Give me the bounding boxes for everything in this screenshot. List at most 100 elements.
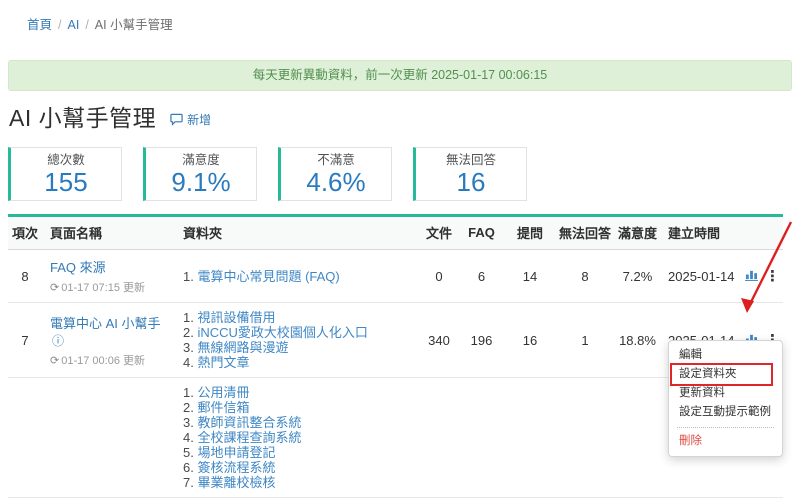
table-row-partial: 1. 公用清冊 2. 郵件信箱 3. 教師資訊整合系統 4. 全校課程查詢系統 … <box>8 378 783 498</box>
folder-link[interactable]: 全校課程查詢系統 <box>197 430 301 445</box>
folder-link[interactable]: 電算中心常見問題 (FAQ) <box>197 269 339 284</box>
stat-value: 16 <box>457 168 486 196</box>
docs-cell: 340 <box>420 303 458 378</box>
refresh-icon[interactable]: ⟳ <box>50 355 59 367</box>
page-name-cell: 電算中心 AI 小幫手ⓘ ⟳01-17 00:06 更新 <box>42 303 175 378</box>
add-button[interactable]: 新增 <box>170 111 211 128</box>
menu-divider <box>677 427 774 428</box>
satisfaction-cell: 18.8% <box>615 303 660 378</box>
folder-item: 3. 教師資訊整合系統 <box>183 415 416 430</box>
menu-item-edit[interactable]: 編輯 <box>669 346 782 365</box>
menu-item-set-folders[interactable]: 設定資料夾 <box>669 365 782 384</box>
folder-link[interactable]: iNCCU愛政大校園個人化入口 <box>197 325 367 340</box>
stat-card-satisfaction: 滿意度 9.1% <box>143 147 257 201</box>
stat-label: 不滿意 <box>317 153 355 168</box>
page-name-cell: FAQ 來源 ⟳01-17 07:15 更新 <box>42 250 175 303</box>
updated-text: 01-17 00:06 更新 <box>61 355 145 367</box>
folder-link[interactable]: 教師資訊整合系統 <box>197 415 301 430</box>
col-header-satisfaction: 滿意度 <box>615 216 660 250</box>
col-header-created: 建立時間 <box>660 216 740 250</box>
folder-item: 4. 熱門文章 <box>183 355 416 370</box>
questions-cell: 16 <box>505 303 555 378</box>
folder-item: 1. 電算中心常見問題 (FAQ) <box>183 269 416 284</box>
chat-bubble-icon <box>170 113 183 126</box>
folder-link[interactable]: 視訊設備借用 <box>197 310 275 325</box>
actions-cell: ⋮ <box>762 250 783 303</box>
breadcrumb-separator: / <box>85 18 88 32</box>
updated-status: ⟳01-17 00:06 更新 <box>50 352 171 368</box>
chart-cell <box>740 250 762 303</box>
folder-item: 5. 場地申請登記 <box>183 445 416 460</box>
col-header-chart <box>740 216 762 250</box>
row-context-menu: 編輯 設定資料夾 更新資料 設定互動提示範例 刪除 <box>668 340 783 457</box>
folder-link[interactable]: 簽核流程系統 <box>197 460 275 475</box>
folders-cell: 1. 公用清冊 2. 郵件信箱 3. 教師資訊整合系統 4. 全校課程查詢系統 … <box>175 378 420 498</box>
folder-item: 7. 畢業離校檢核 <box>183 475 416 490</box>
page-name-link[interactable]: 電算中心 AI 小幫手ⓘ <box>50 316 161 348</box>
faq-cell: 6 <box>458 250 505 303</box>
table-row-8: 8 FAQ 來源 ⟳01-17 07:15 更新 1. 電算中心常見問題 (FA… <box>8 250 783 303</box>
page-title: AI 小幫手管理 <box>9 104 156 132</box>
bar-chart-icon[interactable] <box>745 269 758 284</box>
col-header-index: 項次 <box>8 216 42 250</box>
stat-label: 無法回答 <box>446 153 496 168</box>
folder-link[interactable]: 公用清冊 <box>197 385 249 400</box>
refresh-icon[interactable]: ⟳ <box>50 282 59 294</box>
breadcrumb-separator: / <box>58 18 61 32</box>
row-index <box>8 378 42 498</box>
page-name-link[interactable]: FAQ 來源 <box>50 260 106 275</box>
col-header-folders: 資料夾 <box>175 216 420 250</box>
breadcrumb-home-link[interactable]: 首頁 <box>27 18 52 32</box>
breadcrumb: 首頁 / AI / AI 小幫手管理 <box>27 14 800 33</box>
col-header-page-name: 頁面名稱 <box>42 216 175 250</box>
unanswered-cell: 1 <box>555 303 615 378</box>
assistants-table: 項次 頁面名稱 資料夾 文件 FAQ 提問 無法回答 滿意度 建立時間 8 FA… <box>8 214 783 498</box>
folder-item: 4. 全校課程查詢系統 <box>183 430 416 445</box>
update-alert: 每天更新異動資料，前一次更新 2025-01-17 00:06:15 <box>8 60 792 91</box>
table-header-row: 項次 頁面名稱 資料夾 文件 FAQ 提問 無法回答 滿意度 建立時間 <box>8 216 783 250</box>
folder-item: 1. 視訊設備借用 <box>183 310 416 325</box>
col-header-unanswered: 無法回答 <box>555 216 615 250</box>
satisfaction-cell <box>615 378 660 498</box>
menu-item-update-data[interactable]: 更新資料 <box>669 384 782 403</box>
folder-item: 2. iNCCU愛政大校園個人化入口 <box>183 325 416 340</box>
col-header-questions: 提問 <box>505 216 555 250</box>
stat-card-dissatisfied: 不滿意 4.6% <box>278 147 392 201</box>
folder-link[interactable]: 郵件信箱 <box>197 400 249 415</box>
folder-link[interactable]: 場地申請登記 <box>197 445 275 460</box>
folder-item: 2. 郵件信箱 <box>183 400 416 415</box>
stat-value: 9.1% <box>171 168 230 196</box>
page-header: AI 小幫手管理 新增 <box>9 104 800 132</box>
stat-value: 155 <box>44 168 87 196</box>
stat-card-total: 總次數 155 <box>8 147 122 201</box>
row-index: 8 <box>8 250 42 303</box>
breadcrumb-current: AI 小幫手管理 <box>95 18 173 32</box>
table-row-7: 7 電算中心 AI 小幫手ⓘ ⟳01-17 00:06 更新 1. 視訊設備借用… <box>8 303 783 378</box>
folders-cell: 1. 電算中心常見問題 (FAQ) <box>175 250 420 303</box>
folder-item: 1. 公用清冊 <box>183 385 416 400</box>
stat-label: 總次數 <box>47 153 85 168</box>
updated-text: 01-17 07:15 更新 <box>61 282 145 294</box>
faq-cell: 196 <box>458 303 505 378</box>
info-icon[interactable]: ⓘ <box>52 334 64 348</box>
questions-cell: 14 <box>505 250 555 303</box>
questions-cell <box>505 378 555 498</box>
col-header-actions <box>762 216 783 250</box>
kebab-menu-icon[interactable]: ⋮ <box>765 268 780 285</box>
folder-link[interactable]: 無線網路與漫遊 <box>197 340 288 355</box>
menu-item-delete[interactable]: 刪除 <box>669 432 782 451</box>
page-name-cell <box>42 378 175 498</box>
stat-value: 4.6% <box>306 168 365 196</box>
breadcrumb-ai-link[interactable]: AI <box>68 18 80 32</box>
folder-item: 6. 簽核流程系統 <box>183 460 416 475</box>
stat-label: 滿意度 <box>182 153 220 168</box>
stats-row: 總次數 155 滿意度 9.1% 不滿意 4.6% 無法回答 16 <box>8 147 800 201</box>
unanswered-cell <box>555 378 615 498</box>
docs-cell: 0 <box>420 250 458 303</box>
folder-link[interactable]: 熱門文章 <box>197 355 249 370</box>
folder-link[interactable]: 畢業離校檢核 <box>197 475 275 490</box>
satisfaction-cell: 7.2% <box>615 250 660 303</box>
col-header-faq: FAQ <box>458 216 505 250</box>
menu-item-set-prompt-examples[interactable]: 設定互動提示範例 <box>669 403 782 422</box>
stat-card-unanswered: 無法回答 16 <box>413 147 527 201</box>
